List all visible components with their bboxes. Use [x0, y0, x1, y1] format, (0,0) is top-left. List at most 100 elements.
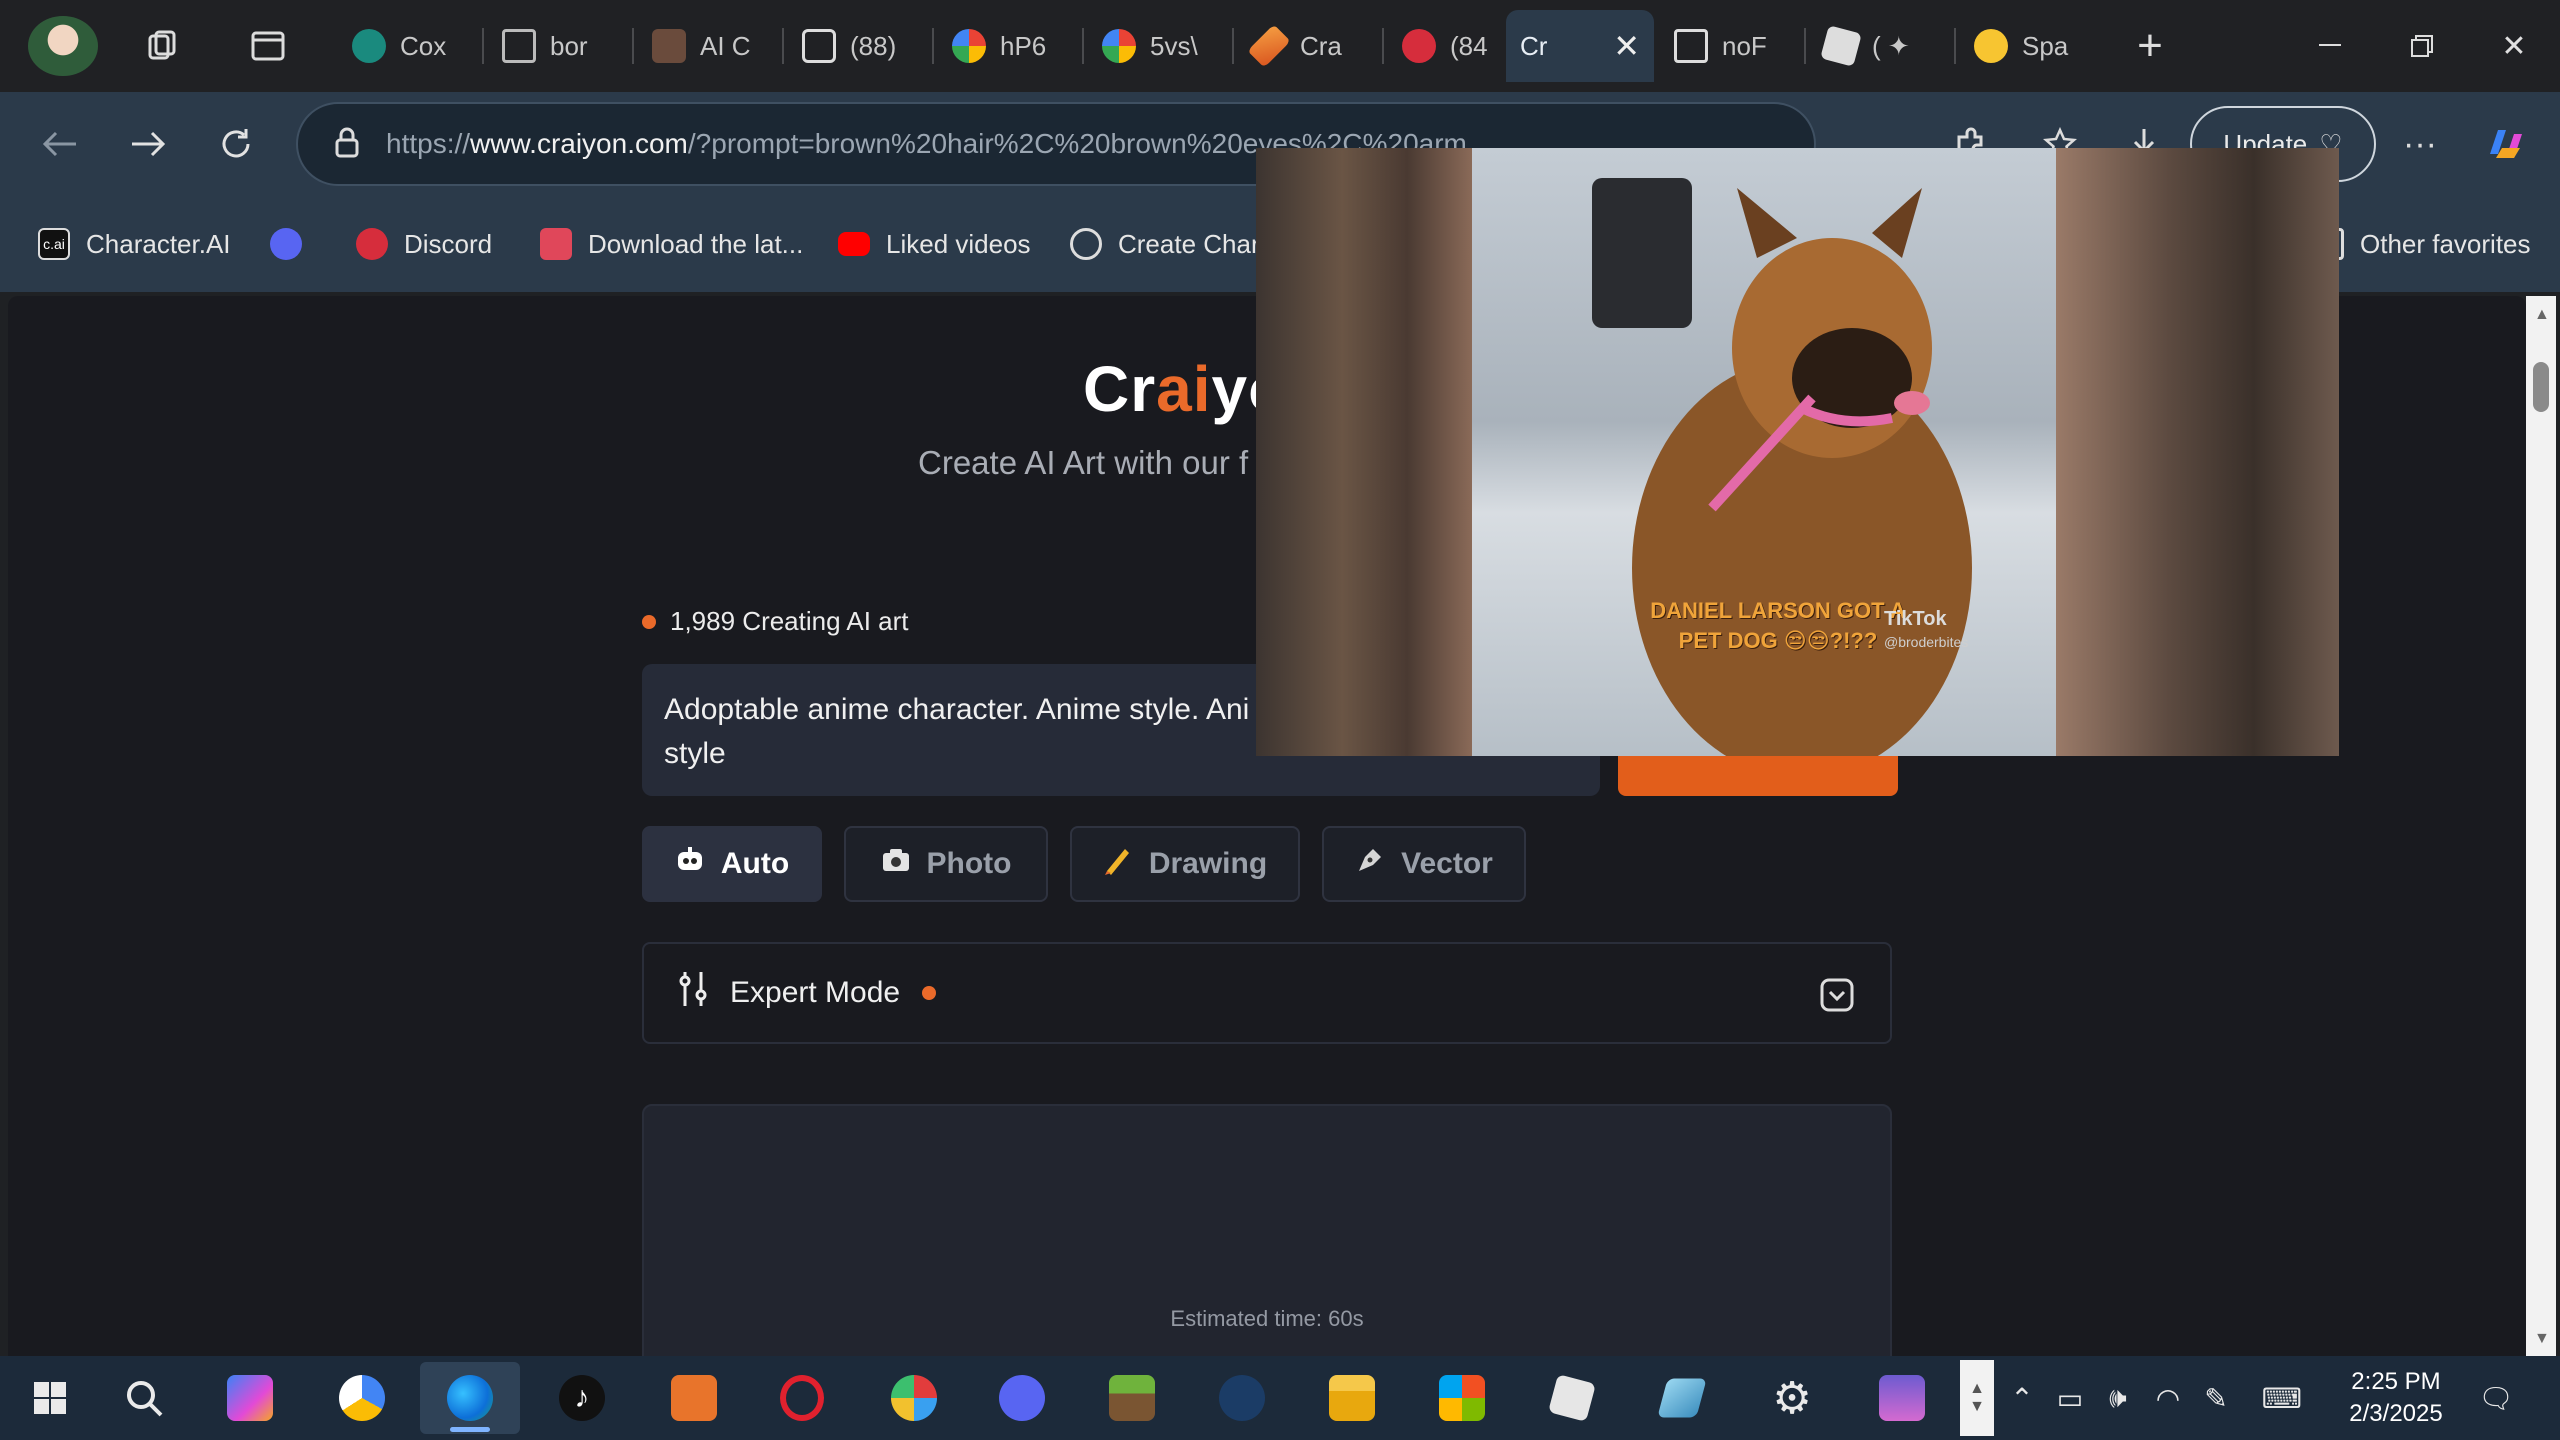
- live-dot: [642, 614, 656, 629]
- volume-icon[interactable]: 🕪: [2098, 1378, 2138, 1418]
- tab-10[interactable]: ( ✦: [1810, 10, 1956, 82]
- mode-photo-button[interactable]: Photo: [844, 826, 1048, 902]
- tab-5[interactable]: 5vs\: [1088, 10, 1234, 82]
- workspaces-icon[interactable]: [132, 16, 192, 76]
- pinwheel-icon: [1102, 29, 1136, 63]
- anime-app-icon[interactable]: [1852, 1362, 1952, 1434]
- tab-6[interactable]: Cra: [1238, 10, 1384, 82]
- new-tab-icon[interactable]: +: [2120, 16, 2180, 76]
- opera-icon[interactable]: [752, 1362, 852, 1434]
- cursor-app-icon[interactable]: [644, 1362, 744, 1434]
- mode-drawing-button[interactable]: Drawing: [1070, 826, 1300, 902]
- system-clock[interactable]: 2:25 PM 2/3/2025: [2326, 1366, 2466, 1430]
- more-options-icon[interactable]: ···: [2390, 114, 2450, 174]
- url-scheme: https://: [386, 128, 471, 159]
- tab-4[interactable]: hP6: [938, 10, 1084, 82]
- tab-title: (88): [850, 30, 897, 61]
- lock-icon[interactable]: [334, 126, 360, 163]
- expert-mode-toggle[interactable]: Expert Mode: [642, 942, 1892, 1044]
- pinwheel-icon: [952, 29, 986, 63]
- discord-icon[interactable]: [972, 1362, 1072, 1434]
- tab-actions-icon[interactable]: [238, 16, 298, 76]
- tab-9[interactable]: noF: [1660, 10, 1806, 82]
- cai-icon: c.ai: [38, 228, 70, 260]
- refresh-icon[interactable]: [206, 114, 266, 174]
- copilot-icon[interactable]: [2476, 114, 2536, 174]
- snip-icon[interactable]: [1632, 1362, 1732, 1434]
- pen-icon[interactable]: ✎: [2196, 1378, 2236, 1418]
- favorite-character-ai[interactable]: c.ai Character.AI: [38, 220, 231, 268]
- scroll-up-icon[interactable]: ▲: [2534, 306, 2550, 324]
- battery-icon[interactable]: ▭: [2050, 1378, 2090, 1418]
- sliders-icon: [678, 969, 708, 1017]
- tab-11[interactable]: Spa: [1960, 10, 2106, 82]
- forward-icon[interactable]: [118, 114, 178, 174]
- favorite-liked-videos[interactable]: Liked videos: [838, 220, 1031, 268]
- paint-icon[interactable]: [864, 1362, 964, 1434]
- store-icon[interactable]: [1412, 1362, 1512, 1434]
- windows-taskbar: ♪ ⚙ ▲ ▼ ⌃ ▭ 🕪 ◠ ✎ ⌨ 2:25 PM 2/3/2025 🗨: [0, 1356, 2560, 1440]
- tab-7[interactable]: (84: [1388, 10, 1504, 82]
- scrollbar-thumb[interactable]: [2533, 362, 2549, 412]
- minecraft-icon[interactable]: [1082, 1362, 1182, 1434]
- roblox-icon[interactable]: [1522, 1362, 1622, 1434]
- picture-frame-icon: [802, 29, 836, 63]
- chrome-like-icon[interactable]: [312, 1362, 412, 1434]
- file-explorer-icon[interactable]: [1302, 1362, 1402, 1434]
- other-favorites-label: Other favorites: [2360, 228, 2531, 259]
- url-host: www.craiyon.com: [470, 128, 688, 159]
- favorite-label: Download the lat...: [588, 228, 804, 259]
- favorite-download[interactable]: Download the lat...: [540, 220, 803, 268]
- chevron-down-icon[interactable]: [1820, 978, 1854, 1020]
- store-icon: [540, 228, 572, 260]
- video-creator-handle: @broderbites: [1884, 634, 1969, 650]
- overflow-scroll-icon[interactable]: ▲ ▼: [1960, 1360, 1994, 1436]
- scroll-down-icon[interactable]: ▼: [2534, 1330, 2550, 1348]
- tab-title: hP6: [1000, 30, 1047, 61]
- live-creators-status: 1,989 Creating AI art: [642, 606, 908, 637]
- edge-icon[interactable]: [420, 1362, 520, 1434]
- profile-avatar[interactable]: [28, 16, 98, 76]
- minimize-icon[interactable]: [2284, 0, 2376, 92]
- steam-icon[interactable]: [1192, 1362, 1292, 1434]
- tab-8-active[interactable]: Cr ✕: [1506, 10, 1654, 82]
- tab-title: 5vs\: [1150, 30, 1198, 61]
- show-hidden-icons[interactable]: ⌃: [2002, 1378, 2042, 1418]
- tab-0[interactable]: Cox: [338, 10, 484, 82]
- notifications-icon[interactable]: 🗨: [2476, 1378, 2516, 1418]
- tab-1[interactable]: bor: [488, 10, 634, 82]
- pencil-icon: [1103, 845, 1133, 883]
- tab-2[interactable]: AI C: [638, 10, 784, 82]
- start-icon[interactable]: [0, 1362, 100, 1434]
- copilot-app-icon[interactable]: [200, 1362, 300, 1434]
- tab-title: (84: [1450, 30, 1488, 61]
- favorite-create-character[interactable]: Create Charac: [1070, 220, 1287, 268]
- restore-icon[interactable]: [2376, 0, 2468, 92]
- wifi-icon[interactable]: ◠: [2148, 1378, 2188, 1418]
- search-icon[interactable]: [94, 1362, 194, 1434]
- settings-icon[interactable]: ⚙: [1742, 1362, 1842, 1434]
- picture-in-picture-video[interactable]: DANIEL LARSON GOT A PET DOG 😒😒?!?? TikTo…: [1256, 148, 2339, 756]
- mode-auto-button[interactable]: Auto: [642, 826, 822, 902]
- favorite-discord-icon-only[interactable]: [270, 220, 302, 268]
- openai-icon: [1070, 228, 1102, 260]
- back-icon[interactable]: [30, 114, 90, 174]
- favorite-label: Discord: [404, 228, 493, 259]
- favorite-label: Liked videos: [886, 228, 1031, 259]
- tab-title: ( ✦: [1872, 30, 1910, 61]
- close-tab-icon[interactable]: ✕: [1613, 27, 1640, 65]
- image-thumb-icon: [652, 29, 686, 63]
- page-scrollbar[interactable]: ▲ ▼: [2526, 296, 2556, 1356]
- estimated-time: Estimated time: 60s: [1170, 1306, 1364, 1331]
- tagline: Create AI Art with our f: [918, 444, 1249, 481]
- favorite-discord[interactable]: Discord: [356, 220, 492, 268]
- mode-label: Auto: [720, 847, 790, 880]
- mode-vector-button[interactable]: Vector: [1322, 826, 1526, 902]
- keyboard-icon[interactable]: ⌨: [2256, 1378, 2308, 1418]
- document-icon: [1674, 29, 1708, 63]
- tab-3[interactable]: (88): [788, 10, 934, 82]
- close-window-icon[interactable]: ✕: [2468, 0, 2560, 92]
- tiktok-icon[interactable]: ♪: [532, 1362, 632, 1434]
- robot-icon: [675, 845, 705, 883]
- other-favorites[interactable]: Other favorites: [2322, 220, 2531, 268]
